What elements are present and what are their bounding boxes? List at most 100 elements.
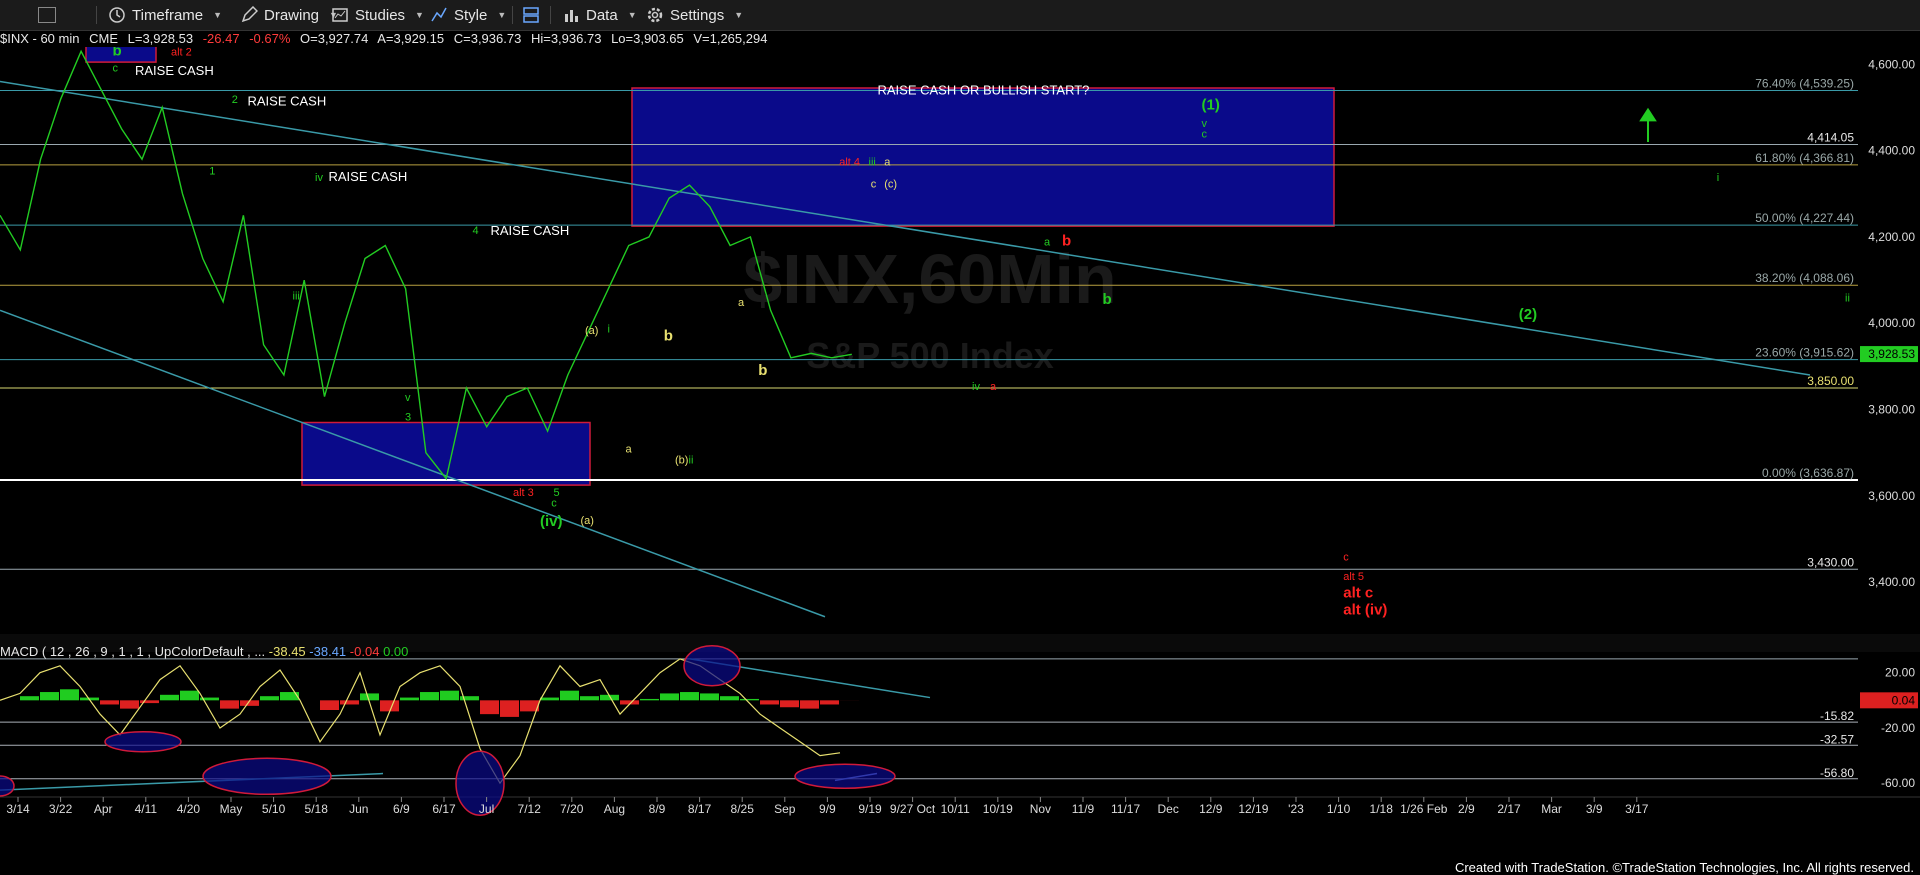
layout-button[interactable] [522, 5, 546, 25]
time-axis-tick: 10/11 [941, 802, 970, 816]
macd-histogram-bar [360, 693, 379, 701]
time-axis-tick: May [220, 802, 243, 816]
chart-watermark-title: $INX,60Min [743, 240, 1116, 318]
macd-histogram-bar [740, 698, 759, 701]
chevron-down-icon: ▼ [415, 10, 424, 20]
data-button[interactable]: Data ▼ [562, 5, 637, 25]
wave-annotation: RAISE CASH [329, 169, 408, 184]
time-axis-tick: Jun [349, 802, 368, 816]
studies-label: Studies [355, 6, 406, 24]
time-axis-tick: 9/19 [858, 802, 882, 816]
wave-annotation: c [1343, 552, 1349, 564]
copyright-footer: Created with TradeStation. ©TradeStation… [1454, 860, 1914, 875]
time-axis-tick: 9/27 Oct [890, 802, 936, 816]
resistance-zone-box [631, 87, 1335, 227]
macd-histogram-bar [340, 700, 359, 705]
timeframe-button[interactable]: Timeframe ▼ [108, 5, 222, 25]
divergence-ellipse [683, 645, 741, 687]
wave-annotation: 3 [405, 411, 411, 423]
time-axis-tick: 2/17 [1497, 802, 1521, 816]
wave-annotation: (1) [1202, 97, 1220, 114]
time-axis-tick: 10/19 [983, 802, 1013, 816]
macd-histogram-bar [420, 692, 439, 701]
price-axis-tick: 4,600.00 [1868, 57, 1915, 71]
time-axis-tick: 2/9 [1458, 802, 1475, 816]
studies-button[interactable]: Studies ▼ [331, 5, 424, 25]
macd-histogram-bar [500, 700, 519, 717]
divergence-ellipse [794, 763, 896, 790]
macd-histogram-bar [280, 692, 299, 701]
price-axis-tick: 3,400.00 [1868, 575, 1915, 589]
chevron-down-icon: ▼ [627, 10, 637, 20]
toolbar-divider [96, 6, 97, 24]
time-axis-tick: 7/12 [518, 802, 542, 816]
settings-button[interactable]: Settings ▼ [646, 5, 743, 25]
time-axis-tick: 11/17 [1111, 802, 1140, 816]
wave-annotation: alt 4 [839, 157, 860, 169]
timeframe-label: Timeframe [132, 6, 204, 24]
macd-histogram-bar [60, 689, 79, 701]
macd-histogram-bar [220, 700, 239, 709]
time-axis-tick: 6/9 [393, 802, 410, 816]
price-axis-tick: 3,600.00 [1868, 489, 1915, 503]
macd-histogram-bar [180, 690, 199, 701]
toolbar: Timeframe ▼ Drawing ▼ Studies ▼ Style ▼ … [0, 0, 1920, 31]
time-axis-tick: 4/11 [135, 802, 158, 816]
time-axis-tick: 4/20 [177, 802, 201, 816]
macd-histogram-bar [700, 693, 719, 701]
macd-histogram-bar [400, 697, 419, 701]
time-axis-tick: 1/26 Feb [1400, 802, 1448, 816]
time-axis-tick: 7/20 [560, 802, 584, 816]
macd-histogram-bar [540, 697, 559, 701]
time-axis-tick: 1/18 [1370, 802, 1394, 816]
wave-annotation: RAISE CASH OR BULLISH START? [878, 82, 1090, 97]
macd-histogram-bar [480, 700, 499, 715]
high-price: Hi=3,936.73 [530, 31, 602, 46]
wave-annotation: iv [315, 172, 323, 184]
fib-level-label: 61.80% (4,366.81) [1755, 151, 1854, 165]
chevron-down-icon: ▼ [213, 10, 223, 20]
wave-annotation: 2 [232, 94, 238, 106]
price-chart[interactable]: $INX,60MinS&P 500 Index76.40% (4,539.25)… [0, 47, 1920, 863]
fib-level-label: 0.00% (3,636.87) [1762, 466, 1854, 480]
macd-histogram-bar [660, 693, 679, 701]
wave-annotation: alt 5 [1343, 571, 1364, 583]
net-change: -26.47 [202, 31, 240, 46]
style-button[interactable]: Style ▼ [430, 5, 506, 25]
fib-level-label: 50.00% (4,227.44) [1755, 211, 1854, 225]
time-axis-tick: 5/18 [305, 802, 329, 816]
time-axis-tick: Aug [604, 802, 625, 816]
macd-histogram-bar [640, 698, 659, 701]
pencil-icon [240, 5, 259, 24]
price-axis-tick: 4,200.00 [1868, 230, 1915, 244]
wave-annotation: c [1202, 129, 1208, 141]
wave-annotation: v [405, 392, 411, 404]
wave-annotation: ii [689, 455, 694, 467]
divergence-ellipse [104, 731, 182, 753]
lower-trend-line [0, 309, 826, 618]
wave-annotation: b [664, 328, 673, 345]
wave-annotation: (a) [581, 515, 594, 527]
wave-annotation: c [113, 63, 119, 75]
drawing-button[interactable]: Drawing ▼ [240, 5, 338, 25]
wave-annotation: a [738, 297, 745, 309]
symbol-info-bar: $INX - 60 min CME L=3,928.53 -26.47 -0.6… [0, 31, 773, 47]
wave-annotation: alt (iv) [1343, 602, 1387, 619]
exchange: CME [89, 31, 118, 46]
wave-annotation: a [990, 381, 997, 393]
time-axis-tick: Nov [1030, 802, 1051, 816]
macd-histogram-bar [380, 700, 399, 712]
price-axis-tick: 4,400.00 [1868, 144, 1915, 158]
wave-annotation: iii [293, 290, 300, 302]
time-axis-tick: Jul [479, 802, 494, 816]
macd-histogram-bar [560, 690, 579, 701]
window-icon[interactable] [38, 5, 58, 25]
style-label: Style [454, 6, 488, 24]
wave-annotation: b [758, 362, 767, 379]
macd-histogram-bar [40, 692, 59, 701]
toolbar-divider [512, 6, 513, 24]
macd-label: MACD ( 12 , 26 , 9 , 1 , 1 , UpColorDefa… [0, 644, 266, 659]
wave-annotation: alt 3 [513, 487, 534, 499]
macd-histogram-bar [20, 696, 39, 701]
macd-histogram-bar [160, 694, 179, 701]
